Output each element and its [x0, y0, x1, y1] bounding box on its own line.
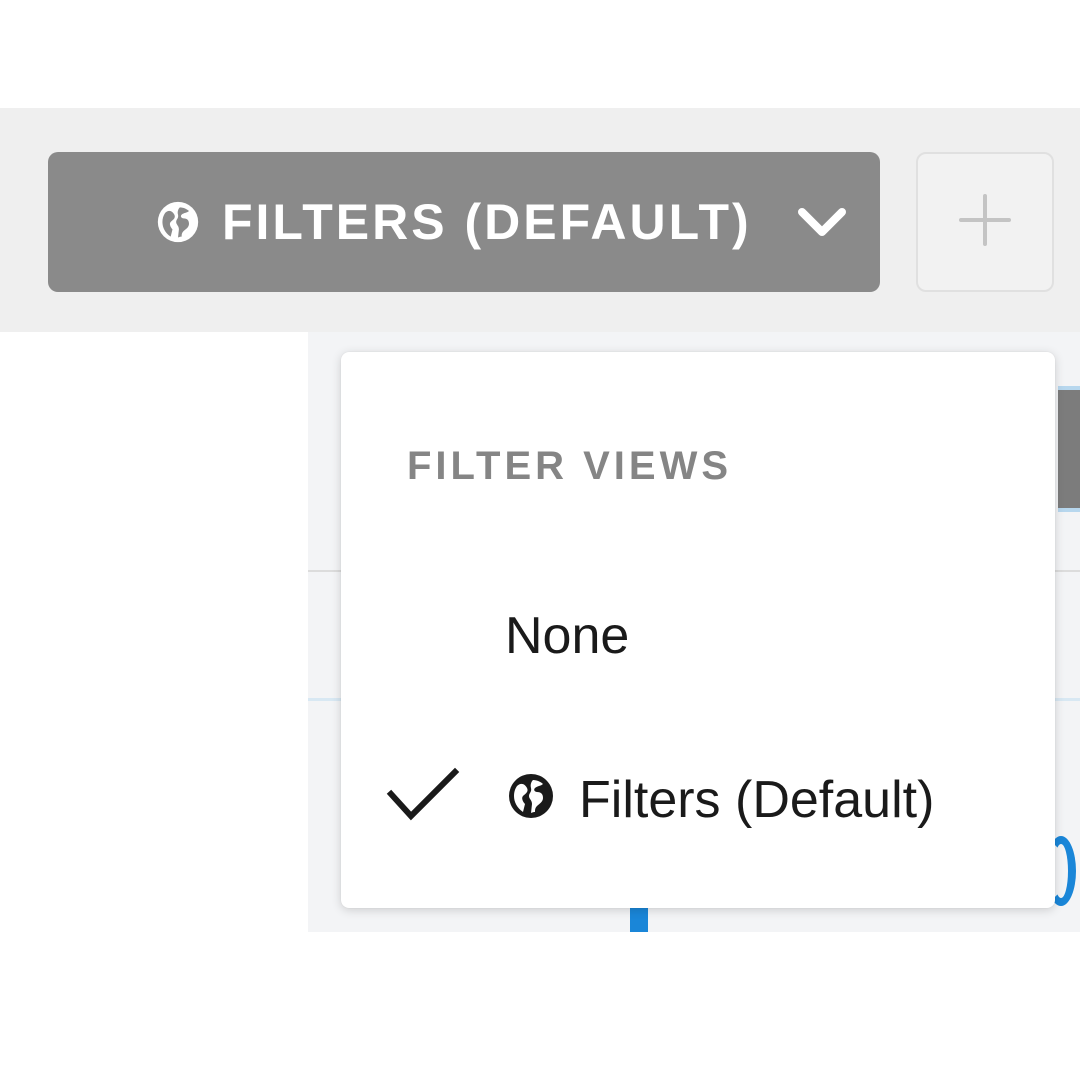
- chevron-down-icon: [794, 202, 850, 242]
- checkmark-icon: [385, 766, 461, 826]
- filters-button-label: FILTERS (DEFAULT): [222, 194, 752, 250]
- menu-heading: FILTER VIEWS: [407, 444, 733, 488]
- globe-icon: [507, 772, 555, 820]
- menu-item-label: None: [505, 607, 630, 665]
- menu-item-none[interactable]: None: [341, 572, 1055, 692]
- filters-dropdown-button[interactable]: FILTERS (DEFAULT): [48, 152, 880, 292]
- plus-icon: [957, 192, 1013, 253]
- filter-views-menu: FILTER VIEWS None Filters (Default): [341, 352, 1055, 908]
- menu-item-label: Filters (Default): [579, 771, 935, 829]
- menu-item-filters-default[interactable]: Filters (Default): [341, 736, 1055, 856]
- page: FILTERS (DEFAULT) FILTER VIEWS None Filt…: [0, 0, 1080, 1080]
- add-filter-button[interactable]: [916, 152, 1054, 292]
- background-scroll-bar: [1058, 386, 1080, 512]
- globe-icon: [156, 200, 200, 244]
